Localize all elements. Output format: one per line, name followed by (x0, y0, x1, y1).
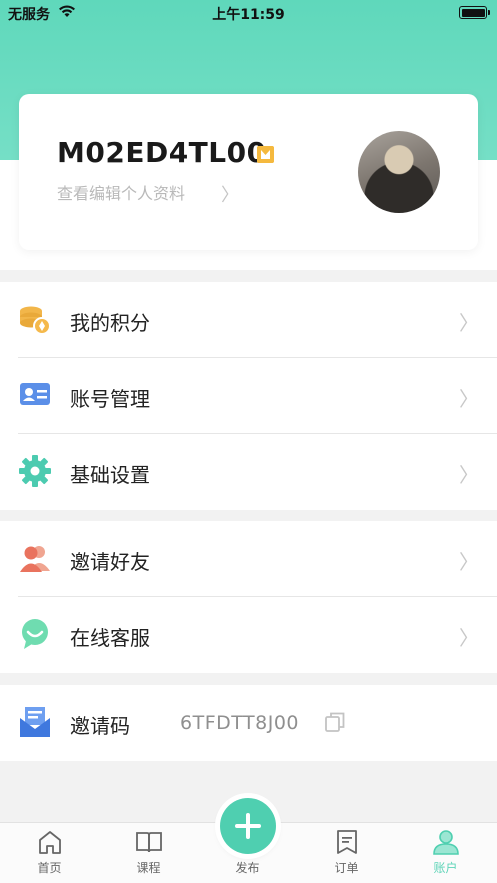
points-coins-icon (20, 306, 51, 335)
status-time: 上午11:59 (212, 7, 285, 23)
chevron-right-icon: 〉 (459, 387, 479, 411)
menu-label-account: 账号管理 (70, 387, 150, 411)
avatar[interactable] (358, 131, 440, 213)
publish-plus-button[interactable] (220, 798, 276, 854)
people-icon (20, 546, 50, 572)
menu-item-account[interactable]: 账号管理 〉 (0, 358, 497, 434)
menu-group-main: 我的积分 〉 账号管理 〉 基础设置 〉 (0, 282, 497, 510)
menu-label-customer-service: 在线客服 (70, 626, 150, 650)
status-bar: 无服务 上午11:59 (0, 0, 497, 26)
user-icon (433, 830, 459, 855)
tab-home[interactable]: 首页 (0, 823, 99, 883)
tab-label-home: 首页 (37, 861, 62, 875)
receipt-icon (337, 830, 357, 854)
tab-label-publish: 发布 (235, 861, 260, 875)
invite-code-group: 邀请码 6TFDTT8J00 (0, 685, 497, 761)
menu-item-invite-friends[interactable]: 邀请好友 〉 (0, 521, 497, 597)
chevron-right-icon: 〉 (459, 550, 479, 574)
menu-item-customer-service[interactable]: 在线客服 〉 (0, 597, 497, 673)
profile-card[interactable]: M02ED4TL00 查看编辑个人资料 〉 (19, 94, 478, 250)
chevron-right-icon: 〉 (221, 185, 239, 206)
id-card-icon (20, 383, 50, 405)
menu-group-social: 邀请好友 〉 在线客服 〉 (0, 521, 497, 673)
invite-code-value: 6TFDTT8J00 (180, 712, 299, 734)
tab-label-orders: 订单 (334, 861, 359, 875)
tab-label-account: 账户 (433, 861, 458, 875)
chevron-right-icon: 〉 (459, 626, 479, 650)
chat-bubble-icon (22, 619, 48, 649)
verified-badge-icon (257, 146, 274, 163)
chevron-right-icon: 〉 (459, 463, 479, 487)
tab-label-courses: 课程 (136, 861, 161, 875)
book-icon (136, 832, 162, 853)
tab-courses[interactable]: 课程 (99, 823, 198, 883)
chevron-right-icon: 〉 (459, 311, 479, 335)
menu-item-points[interactable]: 我的积分 〉 (0, 282, 497, 358)
envelope-icon (20, 707, 50, 737)
menu-item-settings[interactable]: 基础设置 〉 (0, 434, 497, 510)
tab-account[interactable]: 账户 (396, 823, 495, 883)
tab-orders[interactable]: 订单 (297, 823, 396, 883)
home-icon (39, 831, 61, 854)
menu-label-points: 我的积分 (70, 311, 150, 335)
menu-label-settings: 基础设置 (70, 463, 150, 487)
menu-label-invite-friends: 邀请好友 (70, 550, 150, 574)
battery-icon (459, 6, 490, 19)
copy-icon[interactable] (324, 711, 346, 733)
edit-profile-link[interactable]: 查看编辑个人资料 (57, 180, 185, 204)
invite-code-label: 邀请码 (70, 714, 130, 738)
invite-code-row: 邀请码 6TFDTT8J00 (0, 685, 497, 761)
gear-icon (19, 455, 51, 487)
username: M02ED4TL00 (57, 136, 267, 169)
